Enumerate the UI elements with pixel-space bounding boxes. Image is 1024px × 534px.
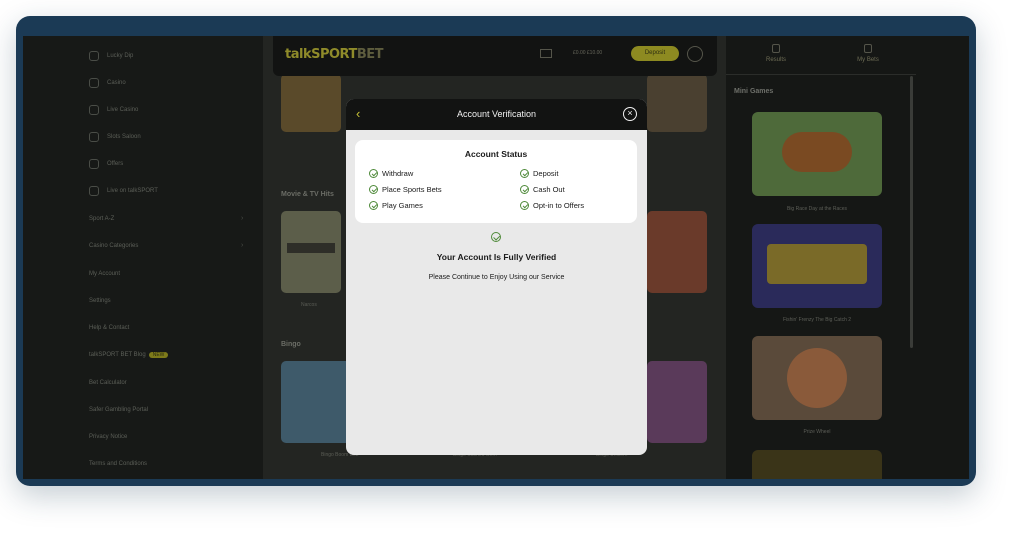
radio-icon (89, 186, 99, 196)
permission-label: Cash Out (533, 185, 565, 194)
check-circle-icon (520, 201, 529, 210)
permission-label: Deposit (533, 169, 559, 178)
account-verification-modal: ‹ Account Verification × Account Status … (346, 99, 647, 455)
sidebar-item-offers[interactable]: Offers (107, 161, 123, 167)
permission-cash-out: Cash Out (520, 185, 565, 194)
check-circle-icon (369, 201, 378, 210)
modal-title: Account Verification (456, 109, 537, 119)
game-tile-narcos[interactable] (281, 211, 341, 293)
user-icon[interactable] (687, 46, 703, 62)
screenshot-frame: Lucky Dip Casino Live Casino Slots Saloo… (16, 16, 976, 486)
lucky-dip-icon (89, 51, 99, 61)
sidebar-link-my-account[interactable]: My Account (89, 271, 120, 277)
logo-text-a: talkSPORT (285, 47, 357, 62)
modal-header: ‹ Account Verification × (346, 99, 647, 130)
permission-place-sports-bets: Place Sports Bets (369, 185, 442, 194)
mini-games-title: Mini Games (734, 88, 774, 95)
sidebar-link-bet-calculator[interactable]: Bet Calculator (89, 380, 127, 386)
slots-icon (89, 132, 99, 142)
mini-game-caption: Prize Wheel (803, 429, 831, 435)
brand-logo[interactable]: talkSPORTBET (285, 47, 384, 62)
permission-label: Opt-in to Offers (533, 201, 585, 210)
live-casino-icon (89, 105, 99, 115)
my-bets-icon (864, 44, 872, 53)
sidebar-link-safer-gambling[interactable]: Safer Gambling Portal (89, 407, 148, 413)
mini-game-caption: Fishin' Frenzy The Big Catch 2 (782, 317, 852, 323)
section-title-movie-tv: Movie & TV Hits (281, 191, 334, 198)
permission-withdraw: Withdraw (369, 169, 413, 178)
tab-results-label: Results (765, 57, 786, 63)
account-status-card: Account Status Withdraw Deposit Place Sp… (355, 140, 637, 223)
new-badge: NEW (148, 352, 169, 358)
check-circle-icon (369, 169, 378, 178)
check-circle-icon (520, 169, 529, 178)
sidebar-link-settings[interactable]: Settings (89, 298, 111, 304)
permission-label: Place Sports Bets (382, 185, 442, 194)
top-header: talkSPORTBET £0.00 £10.00 Deposit (273, 36, 717, 76)
sidebar-item-lucky-dip[interactable]: Lucky Dip (107, 53, 133, 59)
check-circle-icon (369, 185, 378, 194)
verified-subtitle: Please Continue to Enjoy Using our Servi… (428, 274, 565, 281)
sidebar-item-slots-saloon[interactable]: Slots Saloon (107, 134, 141, 140)
sidebar: Lucky Dip Casino Live Casino Slots Saloo… (23, 36, 263, 479)
sidebar-item-casino[interactable]: Casino (107, 80, 126, 86)
verified-title: Your Account Is Fully Verified (436, 252, 557, 262)
game-tile[interactable] (281, 74, 341, 132)
tab-divider (726, 74, 916, 75)
permission-label: Withdraw (382, 169, 414, 178)
permission-opt-in-offers: Opt-in to Offers (520, 201, 584, 210)
sidebar-link-privacy[interactable]: Privacy Notice (89, 434, 127, 440)
mini-game-tile[interactable] (752, 224, 882, 308)
tab-results[interactable]: Results (746, 44, 806, 63)
sidebar-item-live-on-talksport[interactable]: Live on talkSPORT (107, 188, 158, 194)
sidebar-link-help[interactable]: Help & Contact (89, 325, 129, 331)
mail-icon[interactable] (540, 49, 552, 58)
deposit-button[interactable]: Deposit (631, 46, 679, 61)
chevron-right-icon: › (241, 215, 244, 222)
scrollbar[interactable] (910, 76, 913, 348)
tile-caption: Narcos (301, 302, 317, 308)
sidebar-link-blog-label: talkSPORT BET Blog (89, 352, 146, 358)
game-tile[interactable] (647, 211, 707, 293)
mini-game-tile[interactable] (752, 336, 882, 420)
mini-game-caption: Big Race Day at the Races (786, 206, 848, 212)
chevron-right-icon: › (241, 242, 244, 249)
sidebar-item-live-casino[interactable]: Live Casino (107, 107, 138, 113)
verified-check-icon (491, 232, 501, 242)
sidebar-link-terms[interactable]: Terms and Conditions (89, 461, 147, 467)
mini-game-tile[interactable] (752, 450, 882, 479)
section-title-bingo: Bingo (281, 341, 301, 348)
sidebar-link-blog[interactable]: talkSPORT BET Blog NEW (89, 352, 169, 358)
balance-display[interactable]: £0.00 £10.00 (573, 50, 602, 56)
game-tile-bingo-unicorn[interactable] (647, 361, 707, 443)
logo-text-b: BET (356, 47, 384, 62)
sidebar-link-sport-az[interactable]: Sport A-Z (89, 216, 114, 222)
app-screen: Lucky Dip Casino Live Casino Slots Saloo… (23, 36, 969, 479)
game-tile[interactable] (647, 74, 707, 132)
results-icon (772, 44, 780, 53)
permission-deposit: Deposit (520, 169, 558, 178)
offers-icon (89, 159, 99, 169)
close-icon[interactable]: × (623, 107, 637, 121)
permission-label: Play Games (382, 201, 423, 210)
account-status-title: Account Status (464, 149, 528, 159)
casino-icon (89, 78, 99, 88)
tab-my-bets-label: My Bets (857, 57, 879, 63)
mini-game-tile[interactable] (752, 112, 882, 196)
permission-play-games: Play Games (369, 201, 423, 210)
sidebar-link-casino-categories[interactable]: Casino Categories (89, 243, 138, 249)
right-panel: Results My Bets Mini Games Big Race Day … (726, 36, 969, 479)
tab-my-bets[interactable]: My Bets (838, 44, 898, 63)
check-circle-icon (520, 185, 529, 194)
